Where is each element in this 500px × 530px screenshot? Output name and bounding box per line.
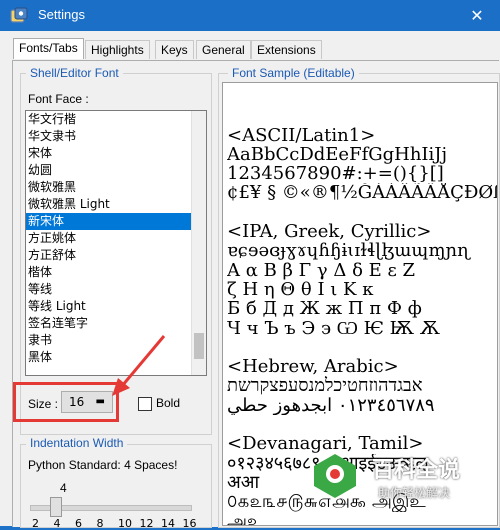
tab-fonts-tabs[interactable]: Fonts/Tabs [13,38,84,59]
font-list-item[interactable]: 等线 [26,281,206,298]
indent-tick-label: 8 [96,517,104,530]
font-face-label: Font Face : [28,92,89,106]
window-title: Settings [38,7,85,22]
watermark: 百科全说 助你轻松解决 [313,452,460,501]
font-sample-line: ٠١٢٣٤٥٦٧٨٩ ابجدهوز حطي [227,395,435,416]
tab-highlights[interactable]: Highlights [85,40,150,59]
indent-tick-label: 16 [182,517,197,530]
font-sample-line: 1234567890#:+=(){}[] [227,164,444,184]
font-list-scrollbar[interactable] [191,111,206,375]
font-sample-line: Б б Д д Ж ж П п Ф ф [227,299,422,319]
font-list-item[interactable]: 新宋体 [26,213,206,230]
font-list-item[interactable]: 微软雅黑 [26,179,206,196]
indent-slider-thumb[interactable] [50,497,62,517]
font-sample-line [227,415,497,434]
font-sample-line: ¢£¥ § ©«®¶½ĞÀÁÂÃÄÅÇÐØß [227,183,497,203]
tab-general[interactable]: General [196,40,251,59]
settings-app-icon [10,7,28,23]
font-list-item[interactable]: 方正舒体 [26,247,206,264]
font-sample-line: அஉ [227,511,264,526]
scrollbar-thumb[interactable] [194,333,204,359]
font-sample-line: <IPA, Greek, Cyrillic> [227,222,432,242]
close-button[interactable]: ✕ [454,0,500,31]
font-list-item[interactable]: 微软雅黑 Light [26,196,206,213]
font-list-items: 华文行楷 华文隶书 宋体 幼圆 微软雅黑 微软雅黑 Light 新宋体 方正姚体 方正舒体 楷体等… [26,111,206,366]
font-sample-line: Α α Β β Γ γ Δ δ Ε ε Ζ [227,260,416,280]
size-value: 16 [69,395,85,409]
indent-value-label: 4 [60,481,67,495]
font-list-item[interactable]: 方正姚体 [26,230,206,247]
watermark-logo-icon [313,454,356,498]
font-list-item[interactable]: 楷体 [26,264,206,281]
watermark-sub-text: 助你轻松解决 [377,486,450,500]
font-sample-line: אבגדהוזחטיכלמנסעפצקרשת [227,376,423,396]
indentation-title: Indentation Width [26,436,128,450]
watermark-main-text: 百科全说 [371,458,460,483]
indent-tick-label: 12 [139,517,154,530]
font-sample-title: Font Sample (Editable) [228,66,359,80]
font-sample-line: <Devanagari, Tamil> [227,434,424,454]
indent-tick-label: 4 [53,517,61,530]
font-list-item[interactable]: 幼圆 [26,162,206,179]
annotation-arrow-icon [112,335,166,396]
font-sample-line: <Hebrew, Arabic> [227,357,399,377]
indent-tick-label: 10 [118,517,132,530]
font-sample-line [227,338,497,357]
font-list-item[interactable]: 华文行楷 [26,111,206,128]
font-sample-line [227,203,497,222]
font-sample-line: Ч ч Ъ ъ Э э Ѡ Ѥ Ѭ Ѫ [227,318,441,338]
indent-tick-label: 2 [32,517,39,530]
font-list-item[interactable]: 华文隶书 [26,128,206,145]
font-sample-line: AaBbCcDdEeFfGgHhIiJj [227,144,448,165]
settings-window: Settings ✕ Fonts/Tabs Highlights Keys Ge… [0,0,500,530]
tab-keys[interactable]: Keys [155,40,194,59]
font-list-item[interactable]: 等线 Light [26,298,206,315]
python-standard-label: Python Standard: 4 Spaces! [28,458,178,472]
indentation-group [20,444,212,528]
tab-extensions[interactable]: Extensions [251,40,322,59]
title-bar[interactable]: Settings ✕ [0,0,500,31]
indent-tick-label: 6 [75,517,82,530]
font-sample-line: ɐɕɘəɞɟɣɤɥɦɧɨɩɪɫɬɭɮɯɰɱɲɳ [227,241,470,261]
font-sample-line: <ASCII/Latin1> [227,125,376,145]
font-sample-line: ζ Η η Θ θ Ι ι Κ κ [227,279,374,300]
font-list-item[interactable]: 宋体 [26,145,206,162]
indent-tick-label: 14 [161,517,175,530]
shell-editor-font-title: Shell/Editor Font [26,66,123,80]
size-label: Size : [28,397,59,411]
